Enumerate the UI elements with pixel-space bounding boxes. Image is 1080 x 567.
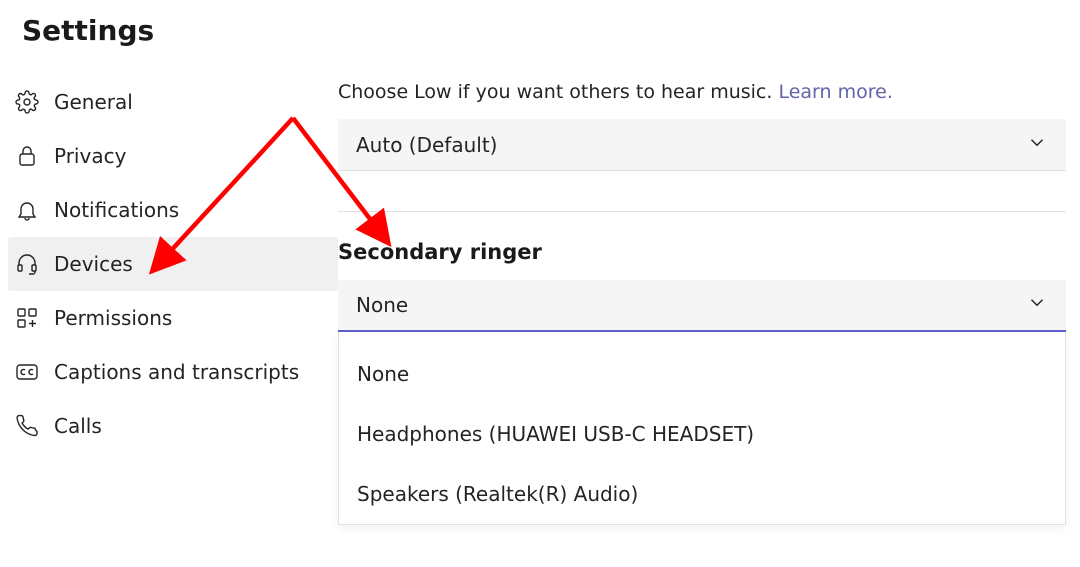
learn-more-link[interactable]: Learn more. bbox=[778, 81, 892, 103]
headset-icon bbox=[12, 249, 42, 279]
settings-main: Choose Low if you want others to hear mu… bbox=[338, 75, 1080, 525]
sidebar-item-label: Calls bbox=[54, 414, 102, 438]
lock-icon bbox=[12, 141, 42, 171]
noise-suppression-select[interactable]: Auto (Default) bbox=[338, 119, 1066, 171]
section-divider bbox=[338, 211, 1066, 212]
sidebar-item-devices[interactable]: Devices bbox=[8, 237, 338, 291]
sidebar-item-label: Permissions bbox=[54, 306, 172, 330]
help-text: Choose Low if you want others to hear mu… bbox=[338, 75, 1066, 103]
chevron-down-icon bbox=[1026, 131, 1048, 158]
bell-icon bbox=[12, 195, 42, 225]
page-title: Settings bbox=[0, 0, 1080, 47]
grid-plus-icon bbox=[12, 303, 42, 333]
sidebar-item-label: Privacy bbox=[54, 144, 126, 168]
sidebar-item-label: General bbox=[54, 90, 133, 114]
sidebar-item-label: Captions and transcripts bbox=[54, 360, 299, 384]
sidebar-item-calls[interactable]: Calls bbox=[8, 399, 338, 453]
sidebar-item-notifications[interactable]: Notifications bbox=[8, 183, 338, 237]
dropdown-option-headphones[interactable]: Headphones (HUAWEI USB-C HEADSET) bbox=[339, 404, 1065, 464]
gear-icon bbox=[12, 87, 42, 117]
sidebar-item-captions[interactable]: Captions and transcripts bbox=[8, 345, 338, 399]
sidebar-item-general[interactable]: General bbox=[8, 75, 338, 129]
secondary-ringer-control: None None Headphones (HUAWEI USB-C HEADS… bbox=[338, 280, 1066, 525]
sidebar-item-permissions[interactable]: Permissions bbox=[8, 291, 338, 345]
chevron-down-icon bbox=[1026, 292, 1048, 319]
sidebar-item-privacy[interactable]: Privacy bbox=[8, 129, 338, 183]
settings-sidebar: General Privacy Notifications Devices Pe bbox=[0, 75, 338, 525]
dropdown-option-speakers[interactable]: Speakers (Realtek(R) Audio) bbox=[339, 464, 1065, 524]
sidebar-item-label: Devices bbox=[54, 252, 133, 276]
select-value: None bbox=[356, 293, 408, 317]
secondary-ringer-dropdown: None Headphones (HUAWEI USB-C HEADSET) S… bbox=[338, 332, 1066, 525]
cc-icon bbox=[12, 357, 42, 387]
dropdown-option-none[interactable]: None bbox=[339, 344, 1065, 404]
secondary-ringer-select[interactable]: None bbox=[338, 280, 1066, 332]
sidebar-item-label: Notifications bbox=[54, 198, 179, 222]
select-value: Auto (Default) bbox=[356, 133, 497, 157]
phone-icon bbox=[12, 411, 42, 441]
secondary-ringer-heading: Secondary ringer bbox=[338, 240, 1066, 264]
help-text-value: Choose Low if you want others to hear mu… bbox=[338, 81, 778, 103]
